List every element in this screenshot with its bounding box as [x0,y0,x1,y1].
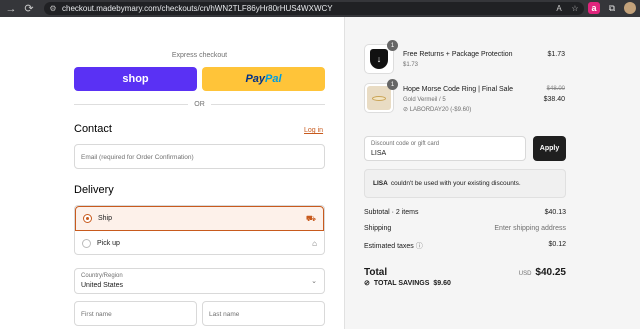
taxes-value: $0.12 [548,241,566,248]
item-name: Free Returns + Package Protection [403,51,513,58]
first-name-field[interactable]: First name [74,301,197,326]
country-value: United States [81,282,124,289]
subtotal-row: Subtotal · 2 items $40.13 [364,209,566,216]
notice-text: couldn't be used with your existing disc… [390,180,521,187]
chevron-down-icon: ⌄ [311,278,317,285]
discount-code-field[interactable]: Discount code or gift card LISA [364,136,526,161]
checkout-form-panel: Express checkout shop Pay Pal OR Contact … [0,17,344,329]
shipping-label: Shipping [364,225,392,232]
shipping-value: Enter shipping address [494,225,566,232]
forward-icon[interactable]: → [4,2,18,16]
first-name-placeholder: First name [81,311,112,318]
country-select[interactable]: Country/Region United States ⌄ [74,268,325,294]
site-info-icon[interactable]: ⚙ [48,4,58,14]
address-bar[interactable]: ⚙ checkout.madebymary.com/checkouts/cn/h… [44,2,584,15]
or-label: OR [194,100,205,108]
ring-thumbnail: 1 [364,79,398,113]
pickup-label: Pick up [97,240,120,247]
delivery-option-ship[interactable]: Ship ⛟ [75,206,324,231]
taxes-label: Estimated taxes [364,243,414,250]
contact-heading: Contact [74,123,112,135]
paypal-button[interactable]: Pay Pal [202,67,325,91]
notice-code: LISA [373,180,388,187]
or-divider: OR [74,99,325,109]
subtotal-label: Subtotal · 2 items [364,209,419,216]
savings-value: $9.60 [433,279,451,287]
paypal-logo-pal: Pal [265,73,282,85]
discount-error-notice: LISA couldn't be used with your existing… [364,169,566,198]
log-in-link[interactable]: Log in [304,127,323,134]
quantity-badge: 1 [387,79,398,90]
paypal-logo-pay: Pay [245,73,266,85]
discount-label: Discount code or gift card [371,141,440,147]
radio-ship[interactable] [83,214,92,223]
country-label: Country/Region [81,273,123,279]
total-label: Total [364,267,388,278]
extension-pink-icon[interactable]: a [588,2,600,14]
item-variant: Gold Vermeil / 5 [403,97,446,103]
order-summary-panel: ↓ 1 Free Returns + Package Protection $1… [344,17,640,329]
last-name-placeholder: Last name [209,311,240,318]
shop-pay-button[interactable]: shop [74,67,197,91]
total-savings: ⊘ TOTAL SAVINGS $9.60 [364,279,451,288]
shop-pay-label: shop [122,73,149,85]
tag-icon: ⊘ [403,107,410,113]
tag-icon: ⊘ [364,280,370,287]
delivery-method-group: Ship ⛟ Pick up ⌂ [74,205,325,255]
ship-label: Ship [98,215,113,222]
email-field[interactable]: Email (required for Order Confirmation) [74,144,325,169]
email-placeholder: Email (required for Order Confirmation) [81,154,194,161]
radio-pickup[interactable] [82,239,91,248]
item-price: $38.40 [543,96,565,103]
item-price: $1.73 [547,51,565,58]
truck-icon: ⛟ [305,213,316,223]
discount-tag: ⊘ LABORDAY20 (-$9.60) [403,106,471,113]
savings-label: TOTAL SAVINGS [373,279,430,287]
delivery-option-pickup[interactable]: Pick up ⌂ [75,231,324,254]
subtotal-value: $40.13 [544,209,566,216]
delivery-heading: Delivery [74,184,114,196]
total-row: Total USD $40.25 [364,262,566,280]
item-sub: $1.73 [403,62,419,68]
original-price: $48.00 [546,86,565,92]
quantity-badge: 1 [387,40,398,51]
bookmark-star-icon[interactable]: ☆ [570,3,580,13]
shield-icon: ↓ [370,49,388,69]
item-name: Hope Morse Code Ring | Final Sale [403,86,513,93]
profile-avatar[interactable] [624,2,636,14]
protection-thumbnail: ↓ 1 [364,40,398,74]
info-icon[interactable]: ⓘ [416,243,423,250]
total-value: $40.25 [535,267,566,278]
taxes-row: Estimated taxes ⓘ $0.12 [364,241,566,251]
ring-image [367,86,391,110]
currency-code: USD [518,271,532,277]
extensions-puzzle-icon[interactable]: ⧉ [606,2,618,14]
shipping-row: Shipping Enter shipping address [364,225,566,232]
reload-icon[interactable]: ⟳ [22,2,36,16]
last-name-field[interactable]: Last name [202,301,325,326]
store-icon: ⌂ [312,239,317,248]
translate-icon[interactable]: A [554,3,564,13]
discount-tag-label: LABORDAY20 (-$9.60) [409,107,472,113]
url-text: checkout.madebymary.com/checkouts/cn/hWN… [62,4,333,13]
apply-button[interactable]: Apply [533,136,566,161]
browser-toolbar: → ⟳ ⚙ checkout.madebymary.com/checkouts/… [0,0,640,17]
discount-value: LISA [371,150,387,157]
express-checkout-label: Express checkout [171,52,228,59]
